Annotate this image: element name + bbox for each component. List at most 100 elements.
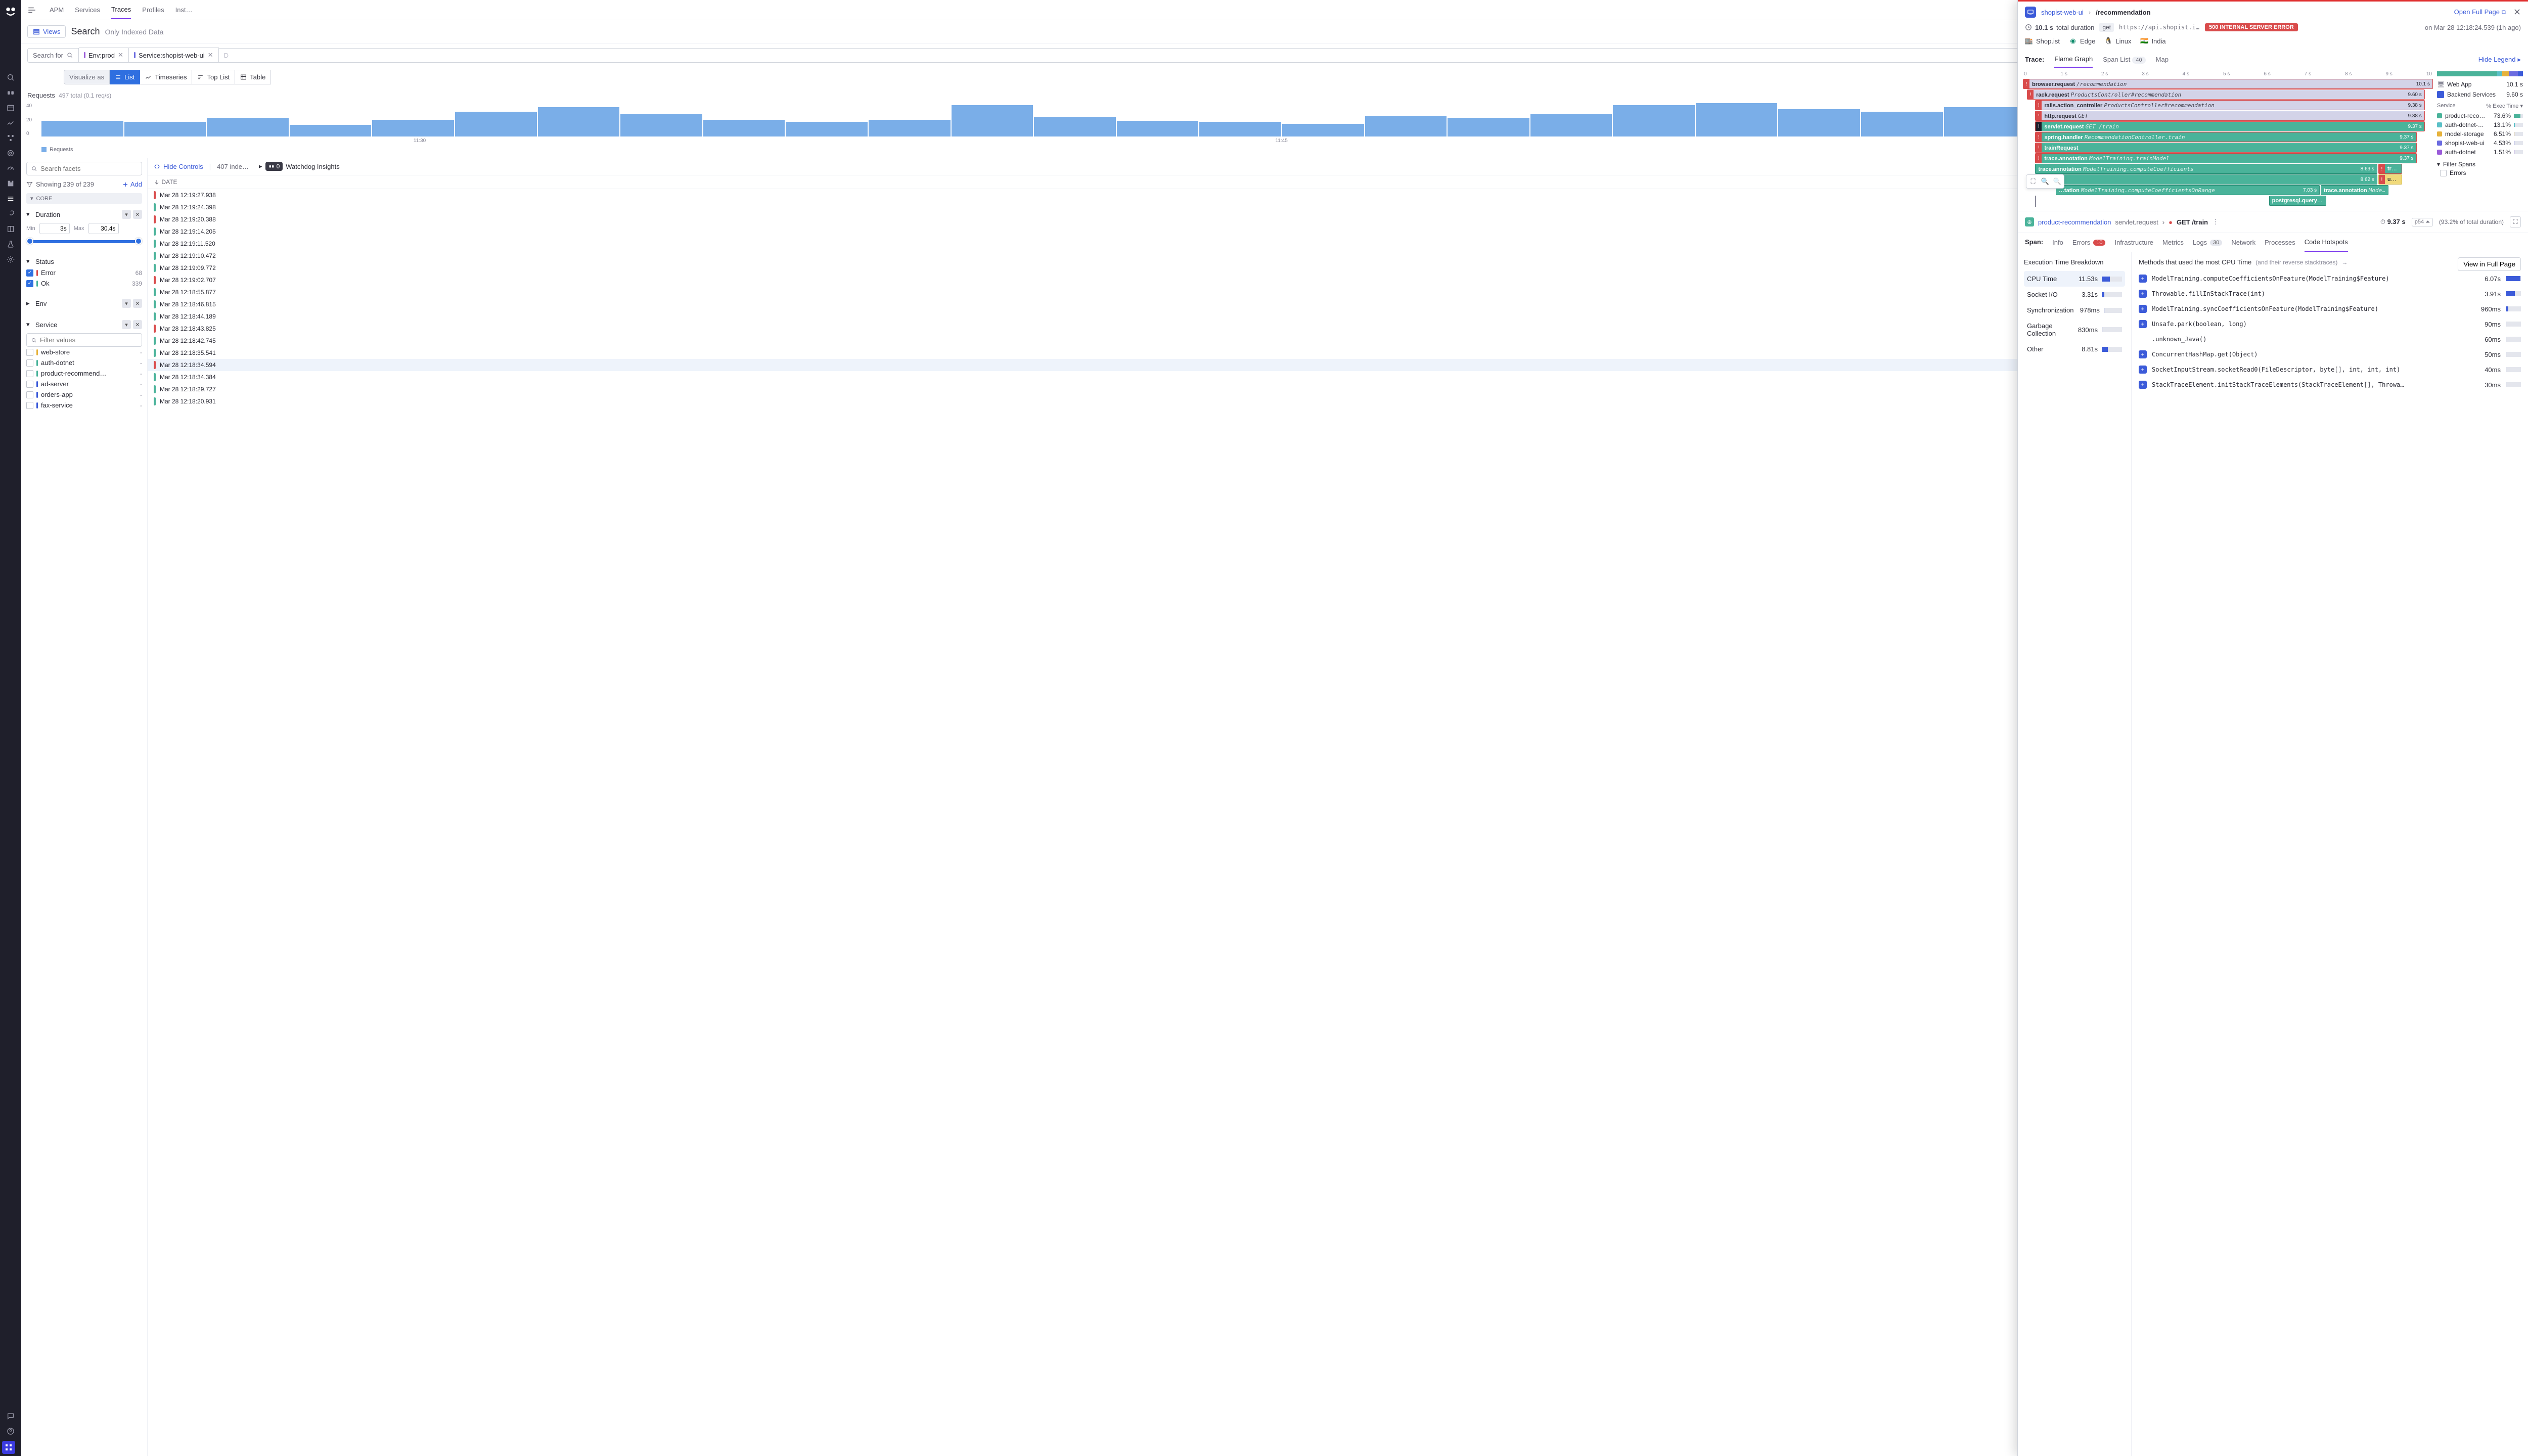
method-row[interactable]: +ModelTraining.computeCoefficientsOnFeat… — [2139, 271, 2521, 286]
nodes-icon[interactable] — [0, 130, 21, 146]
expand-icon[interactable]: + — [2139, 366, 2147, 374]
tab-span-list[interactable]: Span List40 — [2103, 52, 2145, 67]
legend-service-row[interactable]: auth-dotnet1.51% — [2437, 148, 2523, 157]
expand-icon[interactable]: + — [2139, 381, 2147, 389]
chip-service[interactable]: Service:shopist-web-ui ✕ — [129, 48, 219, 63]
breakdown-row[interactable]: CPU Time11.53s — [2024, 271, 2125, 287]
breakdown-row[interactable]: Garbage Collection830ms — [2024, 318, 2125, 341]
checkbox-icon[interactable] — [2440, 170, 2447, 176]
service-filter[interactable] — [26, 333, 142, 347]
legend-service-row[interactable]: shopist-web-ui4.53% — [2437, 139, 2523, 148]
checkbox-checked-icon[interactable]: ✓ — [26, 280, 33, 287]
facet-search-input[interactable] — [40, 165, 138, 172]
service-row[interactable]: orders-app- — [26, 389, 142, 400]
expand-icon[interactable]: + — [2139, 290, 2147, 298]
facet-remove-icon[interactable]: ✕ — [133, 320, 142, 329]
watchdog-toggle[interactable]: ▸ 0 Watchdog Insights — [259, 162, 340, 171]
duration-slider[interactable] — [28, 240, 140, 243]
tab-logs[interactable]: Logs30 — [2193, 233, 2222, 252]
tab-network[interactable]: Network — [2231, 233, 2255, 252]
zoom-in-icon[interactable]: 🔍 — [2040, 176, 2051, 187]
viz-timeseries-button[interactable]: Timeseries — [140, 70, 192, 84]
checkbox-icon[interactable] — [26, 370, 33, 377]
nav-traces[interactable]: Traces — [111, 1, 131, 19]
checkbox-icon[interactable] — [26, 359, 33, 367]
facet-section-core[interactable]: ▾CORE — [26, 193, 142, 204]
env-country[interactable]: 🇮🇳India — [2140, 37, 2165, 45]
legend-service-row[interactable]: model-storage6.51% — [2437, 129, 2523, 139]
help-icon[interactable] — [0, 1424, 21, 1439]
span-menu-icon[interactable]: ⋮ — [2212, 218, 2219, 226]
expand-icon[interactable]: + — [2139, 305, 2147, 313]
method-row[interactable]: +SocketInputStream.socketRead0(FileDescr… — [2139, 362, 2521, 377]
checkbox-icon[interactable] — [26, 381, 33, 388]
tab-infra[interactable]: Infrastructure — [2114, 233, 2153, 252]
logo[interactable] — [3, 3, 18, 18]
legend-header-pct[interactable]: % Exec Time — [2486, 103, 2518, 109]
tab-code-hotspots[interactable]: Code Hotspots — [2305, 233, 2348, 252]
facet-remove-icon[interactable]: ✕ — [133, 210, 142, 219]
zoom-out-icon[interactable]: 🔍 — [2052, 176, 2063, 187]
breakdown-row[interactable]: Socket I/O3.31s — [2024, 287, 2125, 302]
duration-max-input[interactable] — [88, 223, 119, 234]
method-row[interactable]: +ConcurrentHashMap.get(Object)50ms — [2139, 347, 2521, 362]
app-switcher-icon[interactable] — [2, 1441, 15, 1454]
viz-table-button[interactable]: Table — [235, 70, 271, 84]
binoculars-icon[interactable] — [0, 85, 21, 100]
expand-icon[interactable]: + — [2139, 350, 2147, 358]
nav-more[interactable]: Inst… — [175, 1, 193, 19]
chip-remove-icon[interactable]: ✕ — [208, 51, 213, 59]
checkbox-icon[interactable] — [26, 402, 33, 409]
close-panel-icon[interactable]: ✕ — [2513, 7, 2521, 18]
service-row[interactable]: fax-service- — [26, 400, 142, 411]
method-row[interactable]: +ModelTraining.syncCoefficientsOnFeature… — [2139, 301, 2521, 316]
method-row[interactable]: +Unsafe.park(boolean, long)90ms — [2139, 316, 2521, 332]
viz-toplist-button[interactable]: Top List — [192, 70, 235, 84]
facet-remove-icon[interactable]: ✕ — [133, 299, 142, 308]
legend-service-row[interactable]: product-recom…73.6% — [2437, 111, 2523, 120]
filter-errors-row[interactable]: Errors — [2437, 168, 2523, 178]
facet-env[interactable]: ▸Env ▾✕ — [26, 297, 142, 310]
span-service-link[interactable]: product-recommendation — [2038, 218, 2111, 226]
tab-processes[interactable]: Processes — [2265, 233, 2295, 252]
hide-controls-button[interactable]: Hide Controls — [154, 163, 203, 170]
facet-filter-icon[interactable]: ▾ — [122, 320, 131, 329]
viz-list-button[interactable]: List — [110, 70, 140, 84]
duration-min-input[interactable] — [39, 223, 70, 234]
legend-service-row[interactable]: auth-dotnet-po…13.1% — [2437, 120, 2523, 129]
link-icon[interactable] — [0, 206, 21, 221]
filter-spans-toggle[interactable]: ▾Filter Spans — [2437, 161, 2523, 168]
tab-metrics[interactable]: Metrics — [2162, 233, 2184, 252]
nav-services[interactable]: Services — [75, 1, 100, 19]
chat-icon[interactable] — [0, 1408, 21, 1424]
postgres-span[interactable]: postgresql.query … — [2269, 196, 2327, 206]
expand-icon[interactable]: + — [2139, 275, 2147, 283]
flask-icon[interactable] — [0, 237, 21, 252]
expand-icon[interactable]: + — [2139, 320, 2147, 328]
chart-icon[interactable] — [0, 115, 21, 130]
hide-legend-button[interactable]: Hide Legend ▸ — [2478, 56, 2521, 64]
chip-env[interactable]: Env:prod ✕ — [79, 48, 129, 63]
checkbox-icon[interactable] — [26, 349, 33, 356]
menu-toggle-icon[interactable] — [27, 6, 36, 15]
calendar-icon[interactable] — [0, 100, 21, 115]
checkbox-icon[interactable] — [26, 391, 33, 398]
breakdown-row[interactable]: Synchronization978ms — [2024, 302, 2125, 318]
status-ok-row[interactable]: ✓ Ok339 — [26, 278, 142, 289]
list-icon[interactable] — [0, 191, 21, 206]
expand-icon[interactable]: ⛶ — [2510, 216, 2521, 228]
views-button[interactable]: Views — [27, 25, 66, 38]
fit-icon[interactable]: ⛶ — [2027, 176, 2039, 187]
service-row[interactable]: ad-server- — [26, 379, 142, 389]
span-percentile[interactable]: p54 ⏶ — [2412, 218, 2433, 226]
nav-apm[interactable]: APM — [50, 1, 64, 19]
gear-icon[interactable] — [0, 252, 21, 267]
panel-service-link[interactable]: shopist-web-ui — [2041, 9, 2084, 16]
status-error-row[interactable]: ✓ Error68 — [26, 267, 142, 278]
nav-profiles[interactable]: Profiles — [142, 1, 164, 19]
facet-filter-icon[interactable]: ▾ — [122, 299, 131, 308]
search-icon[interactable] — [0, 70, 21, 85]
legend-header-service[interactable]: Service — [2437, 103, 2456, 109]
facet-duration[interactable]: ▾Duration ▾✕ — [26, 208, 142, 221]
facet-search[interactable] — [26, 162, 142, 175]
